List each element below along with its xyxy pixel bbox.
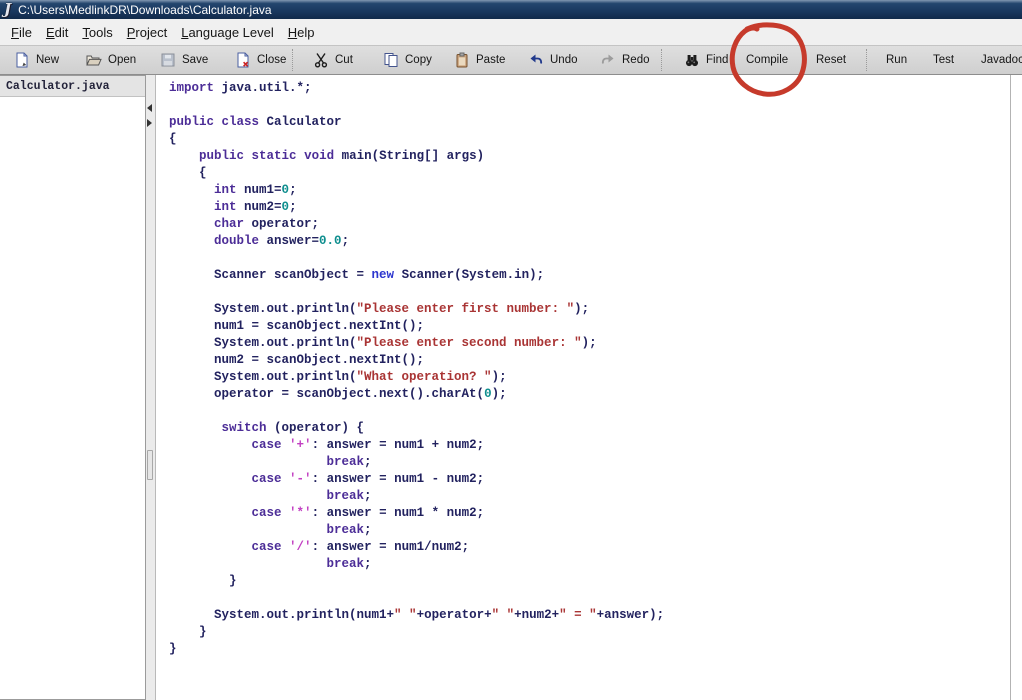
- toolbar-button-test[interactable]: Test: [933, 46, 954, 74]
- jgrasp-logo-icon: J: [4, 2, 11, 17]
- toolbar-button-open[interactable]: Open: [86, 46, 136, 74]
- code-line: break;: [169, 488, 1010, 505]
- code-line: import java.util.*;: [169, 80, 1010, 97]
- toolbar-button-label: Save: [182, 54, 208, 66]
- toolbar-button-label: Close: [257, 54, 286, 66]
- menu-edit[interactable]: Edit: [39, 22, 75, 43]
- toolbar-button-paste[interactable]: Paste: [454, 46, 505, 74]
- code-line: [169, 97, 1010, 114]
- close-file-icon: [235, 52, 251, 68]
- toolbar-button-label: Copy: [405, 54, 432, 66]
- code-line: [169, 284, 1010, 301]
- open-folder-icon: [86, 52, 102, 68]
- collapse-left-icon[interactable]: [147, 104, 152, 112]
- paste-icon: [454, 52, 470, 68]
- code-line: case '-': answer = num1 - num2;: [169, 471, 1010, 488]
- find-icon: [684, 52, 700, 68]
- toolbar-button-reset[interactable]: Reset: [816, 46, 846, 74]
- code-line: int num1=0;: [169, 182, 1010, 199]
- toolbar-button-label: Cut: [335, 54, 353, 66]
- toolbar-button-label: Run: [886, 54, 907, 66]
- toolbar: New Open Save Close Cut Copy Paste Undo Redo Find…: [0, 46, 1022, 75]
- toolbar-button-label: New: [36, 54, 59, 66]
- code-line: num1 = scanObject.nextInt();: [169, 318, 1010, 335]
- menu-help[interactable]: Help: [281, 22, 322, 43]
- right-gap: [1011, 75, 1022, 700]
- code-line: {: [169, 131, 1010, 148]
- toolbar-button-javadoc[interactable]: Javadoc: [981, 46, 1022, 74]
- code-line: num2 = scanObject.nextInt();: [169, 352, 1010, 369]
- code-line: }: [169, 641, 1010, 658]
- menu-bar: FileEditToolsProjectLanguage LevelHelp: [0, 19, 1022, 46]
- code-line: }: [169, 624, 1010, 641]
- code-line: char operator;: [169, 216, 1010, 233]
- toolbar-button-label: Reset: [816, 54, 846, 66]
- title-bar: J C:\Users\MedlinkDR\Downloads\Calculato…: [0, 0, 1022, 19]
- undo-icon: [528, 52, 544, 68]
- splitter-handle[interactable]: [147, 450, 153, 480]
- toolbar-button-save[interactable]: Save: [160, 46, 208, 74]
- toolbar-separator: [292, 49, 293, 71]
- code-line: case '/': answer = num1/num2;: [169, 539, 1010, 556]
- toolbar-separator: [661, 49, 662, 71]
- toolbar-button-label: Javadoc: [981, 54, 1022, 66]
- toolbar-button-label: Open: [108, 54, 136, 66]
- code-line: switch (operator) {: [169, 420, 1010, 437]
- code-line: [169, 403, 1010, 420]
- code-line: break;: [169, 556, 1010, 573]
- menu-project[interactable]: Project: [120, 22, 174, 43]
- toolbar-button-find[interactable]: Find: [684, 46, 728, 74]
- toolbar-button-new[interactable]: New: [14, 46, 59, 74]
- toolbar-button-close[interactable]: Close: [235, 46, 286, 74]
- toolbar-button-redo[interactable]: Redo: [600, 46, 650, 74]
- code-line: Scanner scanObject = new Scanner(System.…: [169, 267, 1010, 284]
- code-line: public static void main(String[] args): [169, 148, 1010, 165]
- code-line: case '+': answer = num1 + num2;: [169, 437, 1010, 454]
- code-line: }: [169, 573, 1010, 590]
- toolbar-button-label: Find: [706, 54, 728, 66]
- main-area: Calculator.java import java.util.*; publ…: [0, 75, 1022, 700]
- open-file-item[interactable]: Calculator.java: [0, 76, 145, 97]
- cut-icon: [313, 52, 329, 68]
- panel-splitter[interactable]: [146, 75, 156, 700]
- collapse-right-icon[interactable]: [147, 119, 152, 127]
- code-line: break;: [169, 454, 1010, 471]
- window-title: C:\Users\MedlinkDR\Downloads\Calculator.…: [18, 3, 271, 17]
- toolbar-button-cut[interactable]: Cut: [313, 46, 353, 74]
- code-line: operator = scanObject.next().charAt(0);: [169, 386, 1010, 403]
- menu-language-level[interactable]: Language Level: [174, 22, 281, 43]
- save-icon: [160, 52, 176, 68]
- copy-icon: [383, 52, 399, 68]
- redo-icon: [600, 52, 616, 68]
- code-line: System.out.println("What operation? ");: [169, 369, 1010, 386]
- menu-file[interactable]: File: [4, 22, 39, 43]
- code-line: System.out.println("Please enter first n…: [169, 301, 1010, 318]
- toolbar-button-undo[interactable]: Undo: [528, 46, 578, 74]
- toolbar-button-label: Compile: [746, 54, 788, 66]
- code-editor[interactable]: import java.util.*; public class Calcula…: [156, 75, 1011, 700]
- toolbar-button-label: Test: [933, 54, 954, 66]
- toolbar-button-label: Paste: [476, 54, 505, 66]
- code-line: public class Calculator: [169, 114, 1010, 131]
- toolbar-button-label: Undo: [550, 54, 578, 66]
- toolbar-button-label: Redo: [622, 54, 650, 66]
- file-list-panel: Calculator.java: [0, 75, 146, 700]
- code-line: double answer=0.0;: [169, 233, 1010, 250]
- toolbar-separator: [866, 49, 867, 71]
- code-line: System.out.println("Please enter second …: [169, 335, 1010, 352]
- toolbar-button-run[interactable]: Run: [886, 46, 907, 74]
- code-line: System.out.println(num1+" "+operator+" "…: [169, 607, 1010, 624]
- code-line: break;: [169, 522, 1010, 539]
- code-line: int num2=0;: [169, 199, 1010, 216]
- code-line: [169, 590, 1010, 607]
- menu-tools[interactable]: Tools: [75, 22, 119, 43]
- code-line: [169, 250, 1010, 267]
- new-file-icon: [14, 52, 30, 68]
- toolbar-button-compile[interactable]: Compile: [746, 46, 788, 74]
- code-line: {: [169, 165, 1010, 182]
- toolbar-button-copy[interactable]: Copy: [383, 46, 432, 74]
- code-line: case '*': answer = num1 * num2;: [169, 505, 1010, 522]
